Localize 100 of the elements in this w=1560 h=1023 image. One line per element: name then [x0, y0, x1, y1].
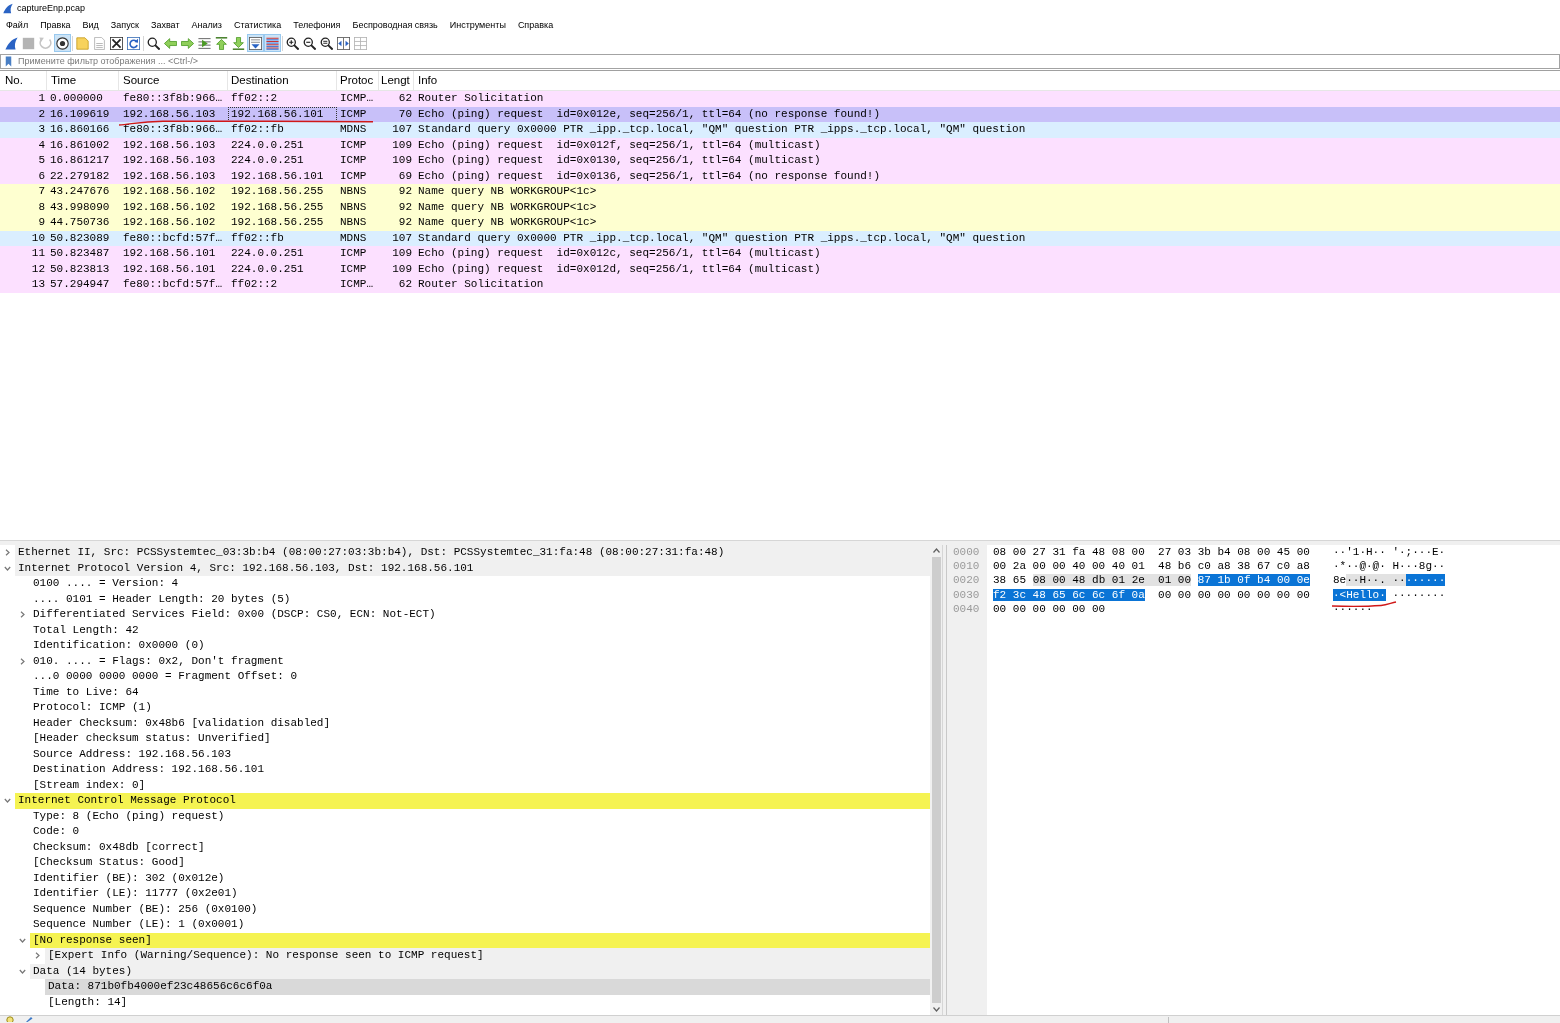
- target-icon: [56, 36, 69, 50]
- scrollbar-thumb[interactable]: [931, 557, 941, 1003]
- menu-item[interactable]: Телефония: [287, 18, 347, 32]
- menu-item[interactable]: Беспроводная связь: [346, 18, 444, 32]
- column-header[interactable]: Time: [47, 71, 119, 90]
- menu-item[interactable]: Вид: [76, 18, 105, 32]
- menu-item[interactable]: Правка: [34, 18, 77, 32]
- table-cell-text: 43.998090: [49, 199, 111, 215]
- ascii-text: ······: [1405, 574, 1446, 587]
- tree-item[interactable]: Type: 8 (Echo (ping) request): [30, 808, 930, 824]
- table-cell-text: 224.0.0.251: [230, 246, 305, 261]
- chevron-right-icon[interactable]: [4, 549, 11, 557]
- table-cell-text: 107: [391, 122, 413, 137]
- tree-item[interactable]: Ethernet II, Src: PCSSystemtec_03:3b:b4 (08:00:27:03:3b:b4), Dst: PCSSystemtec_31:fa:48 (08:00:27:31:fa:48): [15, 545, 930, 561]
- table-cell-text: ff02::fb: [230, 230, 285, 246]
- menu-item[interactable]: Статистика: [227, 18, 288, 32]
- packet-row[interactable]: 5 16.861217 192.168.56.103 224.0.0.251 ICMP 109 Echo (ping) request id=0x0130, seq=256/1, ttl=64 (multicast): [0, 153, 1560, 169]
- menu-item[interactable]: Инструменты: [443, 18, 512, 32]
- tree-item[interactable]: Sequence Number (LE): 1 (0x0001): [30, 917, 930, 933]
- ascii-text: ··'1·H·· '·;···E·: [1333, 546, 1446, 558]
- packet-row[interactable]: 13 57.294947 fe80::bcfd:57f… ff02::2 ICMP… 62 Router Solicitation: [0, 277, 1560, 293]
- table-cell-text: 1: [37, 91, 46, 106]
- tree-item[interactable]: [No response seen]: [30, 932, 930, 948]
- table-cell-text: 192.168.56.103: [122, 137, 217, 153]
- table-cell-text: 4: [37, 137, 46, 153]
- menu-item[interactable]: Анализ: [185, 18, 228, 32]
- tree-item[interactable]: Protocol: ICMP (1): [30, 700, 930, 716]
- chevron-right-icon[interactable]: [19, 611, 26, 619]
- offset-label: 0020: [953, 573, 981, 588]
- column-header[interactable]: Protoc: [337, 71, 379, 90]
- tree-item[interactable]: Data: 871b0fb4000ef23c48656c6c6f0a: [45, 979, 930, 995]
- tree-item[interactable]: ...0 0000 0000 0000 = Fragment Offset: 0: [30, 669, 930, 685]
- tree-item[interactable]: Time to Live: 64: [30, 684, 930, 700]
- column-header[interactable]: Info: [414, 71, 1560, 90]
- tree-item[interactable]: Checksum: 0x48db [correct]: [30, 839, 930, 855]
- column-header[interactable]: Lengt: [379, 71, 414, 90]
- menu-item[interactable]: Файл: [0, 18, 35, 32]
- toolbar-button[interactable]: [108, 34, 125, 52]
- chevron-down-icon[interactable]: [4, 564, 11, 572]
- tree-item[interactable]: Destination Address: 192.168.56.101: [30, 762, 930, 778]
- tree-item[interactable]: [Length: 14]: [45, 994, 930, 1010]
- scrollbar-track[interactable]: [930, 545, 942, 1015]
- menu-item[interactable]: Запуск: [104, 18, 145, 32]
- hex-bytes: 87 1b 0f b4 00 0e: [1197, 574, 1310, 587]
- table-cell-text: 192.168.56.103: [122, 153, 217, 168]
- packet-row[interactable]: 1 0.000000 fe80::3f8b:966… ff02::2 ICMP… 62 Router Solicitation: [0, 91, 1560, 107]
- tree-item[interactable]: Internet Control Message Protocol: [15, 793, 930, 809]
- menu-item[interactable]: Захват: [145, 18, 186, 32]
- ascii-text: ······: [1333, 602, 1373, 615]
- column-header[interactable]: Destination: [228, 71, 337, 90]
- table-cell-text: 92: [397, 215, 413, 230]
- tree-item[interactable]: .... 0101 = Header Length: 20 bytes (5): [30, 591, 930, 607]
- tree-item[interactable]: 0100 .... = Version: 4: [30, 576, 930, 592]
- table-cell-text: 50.823813: [49, 261, 111, 277]
- tree-item[interactable]: Identifier (LE): 11777 (0x2e01): [30, 886, 930, 902]
- menu-item[interactable]: Справка: [511, 18, 560, 32]
- table-cell-text: 8: [37, 199, 46, 215]
- chevron-right-icon[interactable]: [34, 952, 41, 960]
- table-cell-text: 13: [30, 277, 46, 292]
- document-icon: [93, 36, 106, 50]
- tree-item[interactable]: Sequence Number (BE): 256 (0x0100): [30, 901, 930, 917]
- table-cell-text: ICMP: [339, 153, 368, 168]
- column-header[interactable]: No.: [0, 71, 47, 90]
- hex-bytes: 08 00 48 db 01 2e 01 00: [1032, 574, 1192, 587]
- tree-item[interactable]: Header Checksum: 0x48b6 [validation disabled]: [30, 715, 930, 731]
- table-cell-text: 192.168.56.101: [230, 168, 325, 184]
- tree-item[interactable]: [Expert Info (Warning/Sequence): No response seen to ICMP request]: [45, 948, 930, 964]
- toolbar-button[interactable]: [54, 34, 71, 52]
- striped-lines-icon: [266, 36, 279, 50]
- fin-icon: [5, 36, 18, 50]
- table-cell-text: ICMP: [339, 246, 368, 261]
- chevron-down-icon[interactable]: [19, 967, 26, 975]
- column-header[interactable]: Source: [119, 71, 228, 90]
- tree-item[interactable]: [Stream index: 0]: [30, 777, 930, 793]
- table-cell-text: 2: [37, 106, 46, 122]
- tree-item[interactable]: Identification: 0x0000 (0): [30, 638, 930, 654]
- tree-item[interactable]: [Checksum Status: Good]: [30, 855, 930, 871]
- packet-row[interactable]: 7 43.247676 192.168.56.102 192.168.56.255 NBNS 92 Name query NB WORKGROUP<1c>: [0, 184, 1560, 200]
- tree-item[interactable]: Total Length: 42: [30, 622, 930, 638]
- chevron-down-icon[interactable]: [19, 936, 26, 944]
- packet-row[interactable]: 3 16.860166 fe80::3f8b:966… ff02::fb MDNS 107 Standard query 0x0000 PTR _ipp._tcp.local, "QM" question PTR _ipps._tcp.local, "QM" question: [0, 122, 1560, 138]
- table-cell-text: 50.823089: [49, 230, 111, 246]
- tree-item[interactable]: Code: 0: [30, 824, 930, 840]
- table-cell-text: 6: [37, 168, 46, 184]
- table-cell-text: 44.750736: [49, 215, 111, 230]
- chevron-down-icon[interactable]: [4, 797, 11, 805]
- tree-item[interactable]: 010. .... = Flags: 0x2, Don't fragment: [30, 653, 930, 669]
- packet-row[interactable]: 11 50.823487 192.168.56.101 224.0.0.251 ICMP 109 Echo (ping) request id=0x012c, seq=256/1, ttl=64 (multicast): [0, 246, 1560, 262]
- table-cell-text: NBNS: [339, 184, 368, 199]
- tree-item[interactable]: [Header checksum status: Unverified]: [30, 731, 930, 747]
- packet-row[interactable]: 9 44.750736 192.168.56.102 192.168.56.255 NBNS 92 Name query NB WORKGROUP<1c>: [0, 215, 1560, 231]
- tree-item[interactable]: Differentiated Services Field: 0x00 (DSCP: CS0, ECN: Not-ECT): [30, 607, 930, 623]
- scroll-down-icon: [932, 1007, 940, 1012]
- table-cell-text: Echo (ping) request id=0x012f, seq=256/1, ttl=64 (multicast): [417, 137, 822, 153]
- tree-item[interactable]: Identifier (BE): 302 (0x012e): [30, 870, 930, 886]
- table-cell-text: 16.861002: [49, 137, 111, 153]
- pencil-icon: [25, 1016, 33, 1022]
- table-cell-text: 16.109619: [49, 106, 111, 122]
- chevron-right-icon[interactable]: [19, 657, 26, 665]
- tree-item[interactable]: Source Address: 192.168.56.103: [30, 746, 930, 762]
